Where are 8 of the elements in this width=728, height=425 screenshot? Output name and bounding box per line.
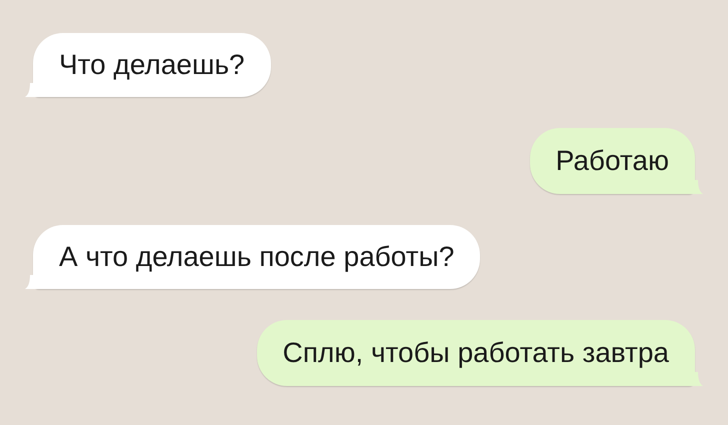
message-bubble: Сплю, чтобы работать завтра — [256, 320, 695, 386]
message-bubble: Что делаешь? — [33, 33, 271, 97]
bubble-tail-icon — [689, 372, 703, 386]
message-bubble: А что делаешь после работы? — [33, 225, 480, 289]
bubble-tail-icon — [689, 180, 703, 194]
message-bubble: Работаю — [530, 128, 695, 194]
bubble-tail-icon — [25, 83, 39, 97]
bubble-tail-icon — [25, 275, 39, 289]
